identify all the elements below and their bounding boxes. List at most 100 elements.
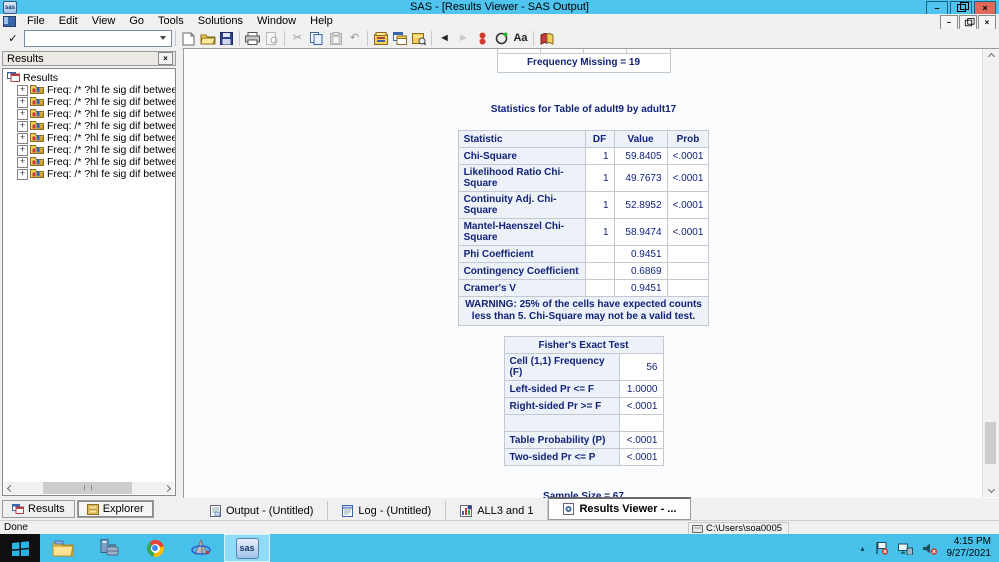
child-restore-icon bbox=[964, 17, 974, 26]
copy-icon[interactable] bbox=[307, 30, 326, 47]
taskbar: sas ▴ 4:15 PM 9/27/2021 bbox=[0, 534, 999, 562]
open-icon[interactable] bbox=[198, 30, 217, 47]
taskbar-clock[interactable]: 4:15 PM 9/27/2021 bbox=[947, 536, 992, 560]
network-icon[interactable] bbox=[897, 542, 913, 555]
refresh-icon[interactable] bbox=[492, 30, 511, 47]
taskbar-chrome[interactable] bbox=[132, 534, 178, 562]
scroll-left-arrow[interactable] bbox=[4, 482, 17, 494]
scroll-right-arrow[interactable] bbox=[161, 482, 174, 494]
stat-label: Cramer's V bbox=[457, 279, 586, 297]
tab-results-viewer-window[interactable]: Results Viewer - ... bbox=[548, 497, 692, 520]
child-restore-button[interactable] bbox=[959, 15, 977, 30]
menu-edit[interactable]: Edit bbox=[52, 14, 85, 29]
tree-item[interactable]: + Freq: /* ?hl fe sig dif between yes 20… bbox=[7, 96, 175, 108]
new-icon[interactable] bbox=[179, 30, 198, 47]
menu-help[interactable]: Help bbox=[303, 14, 340, 29]
tray-expand-icon[interactable]: ▴ bbox=[860, 544, 864, 553]
tree-item[interactable]: + Freq: /* ?hl fe sig dif between yes 20… bbox=[7, 132, 175, 144]
back-icon[interactable]: ◄ bbox=[435, 30, 454, 47]
plus-expander-icon[interactable]: + bbox=[17, 108, 28, 120]
tree-item[interactable]: + Freq: /* ?hl fe sig dif between yes 20… bbox=[7, 108, 175, 120]
close-button[interactable]: × bbox=[974, 1, 996, 15]
command-combobox[interactable] bbox=[24, 30, 172, 47]
plus-expander-icon[interactable]: + bbox=[17, 144, 28, 156]
clock-date: 9/27/2021 bbox=[946, 548, 992, 559]
stat-prob: <.0001 bbox=[666, 218, 710, 246]
undo-icon[interactable]: ↶ bbox=[345, 30, 364, 47]
tree-item-label: Freq: /* ?hl fe sig dif between yes 2019… bbox=[47, 132, 175, 144]
plus-expander-icon[interactable]: + bbox=[17, 120, 28, 132]
tree-item[interactable]: + Freq: /* ?hl fe sig dif between yes 20… bbox=[7, 144, 175, 156]
stat-df: 1 bbox=[584, 218, 615, 246]
forward-icon[interactable]: ► bbox=[454, 30, 473, 47]
submit-check-button[interactable]: ✓ bbox=[4, 31, 22, 46]
paste-icon[interactable] bbox=[326, 30, 345, 47]
scroll-up-arrow[interactable] bbox=[983, 49, 999, 64]
explorer-toolbar-icon[interactable] bbox=[409, 30, 428, 47]
child-window-icon[interactable] bbox=[3, 16, 16, 27]
stat-label: Chi-Square bbox=[457, 147, 586, 165]
tree-item-label: Freq: /* ?hl fe sig dif between yes 2019… bbox=[47, 84, 175, 96]
combo-dropdown-arrow[interactable] bbox=[156, 32, 170, 43]
plus-expander-icon[interactable]: + bbox=[17, 132, 28, 144]
child-minimize-button[interactable]: – bbox=[940, 15, 958, 30]
taskbar-sas[interactable]: sas bbox=[224, 534, 270, 562]
output-tab-icon bbox=[210, 504, 221, 517]
restore-button[interactable] bbox=[950, 1, 972, 15]
content-vertical-scrollbar[interactable] bbox=[982, 49, 999, 497]
stat-label: Mantel-Haenszel Chi-Square bbox=[457, 218, 586, 246]
scroll-thumb[interactable] bbox=[985, 422, 996, 464]
cone-orbit-icon bbox=[191, 538, 211, 555]
results-panel-close-button[interactable]: × bbox=[158, 52, 173, 65]
plus-expander-icon[interactable]: + bbox=[17, 96, 28, 108]
menu-file[interactable]: File bbox=[20, 14, 52, 29]
menu-solutions[interactable]: Solutions bbox=[191, 14, 250, 29]
plus-expander-icon[interactable]: + bbox=[17, 168, 28, 180]
menu-view[interactable]: View bbox=[85, 14, 123, 29]
scroll-track[interactable] bbox=[17, 482, 161, 494]
tree-item[interactable]: + Freq: /* ?hl fe sig dif between yes 20… bbox=[7, 120, 175, 132]
fisher-label: Cell (1,1) Frequency (F) bbox=[503, 353, 621, 381]
child-close-button[interactable]: × bbox=[978, 15, 996, 30]
tree-item[interactable]: + Freq: /* ?hl fe sig dif between yes 20… bbox=[7, 156, 175, 168]
window-list-icon[interactable] bbox=[390, 30, 409, 47]
freq-folder-icon bbox=[30, 144, 44, 156]
taskbar-sas-deployment[interactable] bbox=[178, 534, 224, 562]
menu-window[interactable]: Window bbox=[250, 14, 303, 29]
fonts-icon[interactable]: Aa bbox=[511, 30, 530, 47]
command-input[interactable] bbox=[26, 32, 156, 45]
plus-expander-icon[interactable]: + bbox=[17, 156, 28, 168]
scroll-thumb[interactable] bbox=[42, 482, 133, 494]
help-icon[interactable] bbox=[537, 30, 556, 47]
tab-log-window[interactable]: Log - (Untitled) bbox=[328, 501, 447, 520]
tab-explorer[interactable]: Explorer bbox=[76, 500, 154, 518]
tree-item[interactable]: + Freq: /* ?hl fe sig dif between yes 20… bbox=[7, 84, 175, 96]
taskbar-file-explorer[interactable] bbox=[40, 534, 86, 562]
tab-all3-window[interactable]: ALL3 and 1 bbox=[446, 501, 549, 520]
menu-go[interactable]: Go bbox=[122, 14, 151, 29]
cut-icon[interactable]: ✂ bbox=[288, 30, 307, 47]
minimize-button[interactable]: – bbox=[926, 1, 948, 15]
new-library-icon[interactable] bbox=[371, 30, 390, 47]
tree-item[interactable]: + Freq: /* ?hl fe sig dif between yes 20… bbox=[7, 168, 175, 180]
stat-value: 0.6869 bbox=[613, 262, 668, 280]
save-icon[interactable] bbox=[217, 30, 236, 47]
plus-expander-icon[interactable]: + bbox=[17, 84, 28, 96]
stop-icon[interactable] bbox=[473, 30, 492, 47]
tab-output-window[interactable]: Output - (Untitled) bbox=[196, 501, 329, 520]
scroll-down-arrow[interactable] bbox=[983, 482, 999, 497]
tab-results[interactable]: Results bbox=[2, 500, 75, 518]
tree-horizontal-scrollbar[interactable] bbox=[4, 482, 174, 494]
stat-prob bbox=[666, 279, 710, 297]
start-button[interactable] bbox=[0, 534, 40, 562]
volume-muted-icon[interactable] bbox=[922, 542, 938, 555]
table-row bbox=[503, 414, 664, 432]
toolbar: ✓ ✂ ↶ ◄ ► Aa bbox=[0, 29, 999, 49]
tree-root-row[interactable]: Results bbox=[7, 72, 175, 84]
menu-tools[interactable]: Tools bbox=[151, 14, 191, 29]
print-preview-icon[interactable] bbox=[262, 30, 281, 47]
print-icon[interactable] bbox=[243, 30, 262, 47]
taskbar-server-manager[interactable] bbox=[86, 534, 132, 562]
action-center-flag-icon[interactable] bbox=[874, 541, 889, 555]
fisher-value: <.0001 bbox=[619, 397, 664, 415]
